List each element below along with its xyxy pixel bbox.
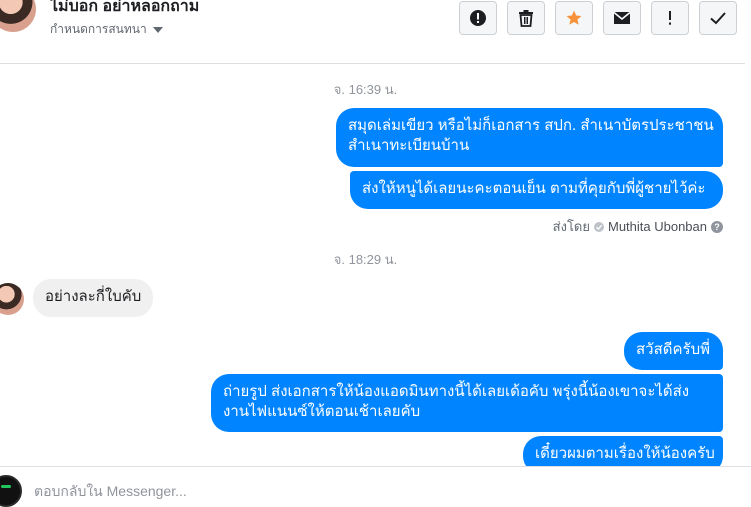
message-line: ถ่ายรูป ส่งเอกสารให้น้องแอดมินทางนี้ได้เ… — [223, 383, 690, 400]
report-button[interactable] — [459, 1, 497, 35]
exclamation-circle-icon — [470, 10, 486, 26]
contact-avatar[interactable] — [0, 0, 36, 32]
delete-button[interactable] — [507, 1, 545, 35]
check-icon — [710, 12, 726, 25]
message-line: สำเนาทะเบียนบ้าน — [348, 137, 470, 154]
sender-name-link[interactable]: Muthita Ubonban — [608, 219, 707, 234]
mark-unread-button[interactable] — [603, 1, 641, 35]
sent-by-label: ส่งโดย — [552, 219, 590, 234]
message-text: อย่างละกี่ใบคับ — [45, 288, 142, 305]
thread-scrollbar[interactable] — [745, 63, 751, 466]
outgoing-message[interactable]: ส่งให้หนูได้เลยนะคะตอนเย็น ตามที่คุยกับพ… — [350, 171, 723, 209]
trash-icon — [519, 10, 533, 27]
timestamp-divider: จ. 16:39 น. — [0, 79, 751, 100]
message-text: สวัสดีครับพี่ — [636, 341, 710, 358]
timestamp-text: จ. 18:29 น. — [333, 252, 398, 267]
message-text: ส่งให้หนูได้เลยนะคะตอนเย็น ตามที่คุยกับพ… — [362, 180, 706, 197]
contact-name[interactable]: ไม่บอก อย่าหลอกถาม — [50, 0, 199, 19]
sent-by-info: ส่งโดย Muthita Ubonban ? — [553, 216, 723, 237]
conversation-settings-dropdown[interactable]: กำหนดการสนทนา — [50, 20, 163, 39]
message-text: เดี๋ยวผมตามเรื่องให้น้องครับ — [535, 445, 715, 462]
help-icon[interactable]: ? — [711, 220, 723, 233]
message-line: งานไฟแนนซ์ให้ตอนเช้าเลยคับ — [223, 403, 421, 420]
page-avatar — [0, 475, 22, 507]
reply-composer: ตอบกลับใน Messenger... — [0, 466, 751, 507]
done-button[interactable] — [699, 1, 737, 35]
incoming-message[interactable]: อย่างละกี่ใบคับ — [33, 279, 154, 317]
message-line: สมุดเล่มเขียว หรือไม่ก็เอกสาร สปก. สำเนา… — [348, 117, 714, 134]
spam-button[interactable] — [651, 1, 689, 35]
reply-input[interactable]: ตอบกลับใน Messenger... — [34, 481, 187, 503]
exclamation-icon — [669, 11, 671, 25]
outgoing-message[interactable]: สมุดเล่มเขียว หรือไม่ก็เอกสาร สปก. สำเนา… — [336, 108, 723, 167]
star-button[interactable] — [555, 1, 593, 35]
verified-check-icon — [593, 221, 604, 232]
caret-down-icon — [152, 26, 163, 33]
conversation-header: ไม่บอก อย่าหลอกถาม กำหนดการสนทนา — [0, 0, 751, 64]
star-icon — [566, 10, 582, 25]
envelope-icon — [613, 11, 631, 24]
conversation-settings-label: กำหนดการสนทนา — [50, 22, 147, 36]
outgoing-message[interactable]: สวัสดีครับพี่ — [624, 332, 723, 370]
timestamp-text: จ. 16:39 น. — [333, 82, 398, 97]
timestamp-divider: จ. 18:29 น. — [0, 249, 751, 270]
svg-text:?: ? — [714, 222, 720, 232]
contact-avatar[interactable] — [0, 283, 24, 315]
outgoing-message[interactable]: ถ่ายรูป ส่งเอกสารให้น้องแอดมินทางนี้ได้เ… — [211, 374, 723, 432]
